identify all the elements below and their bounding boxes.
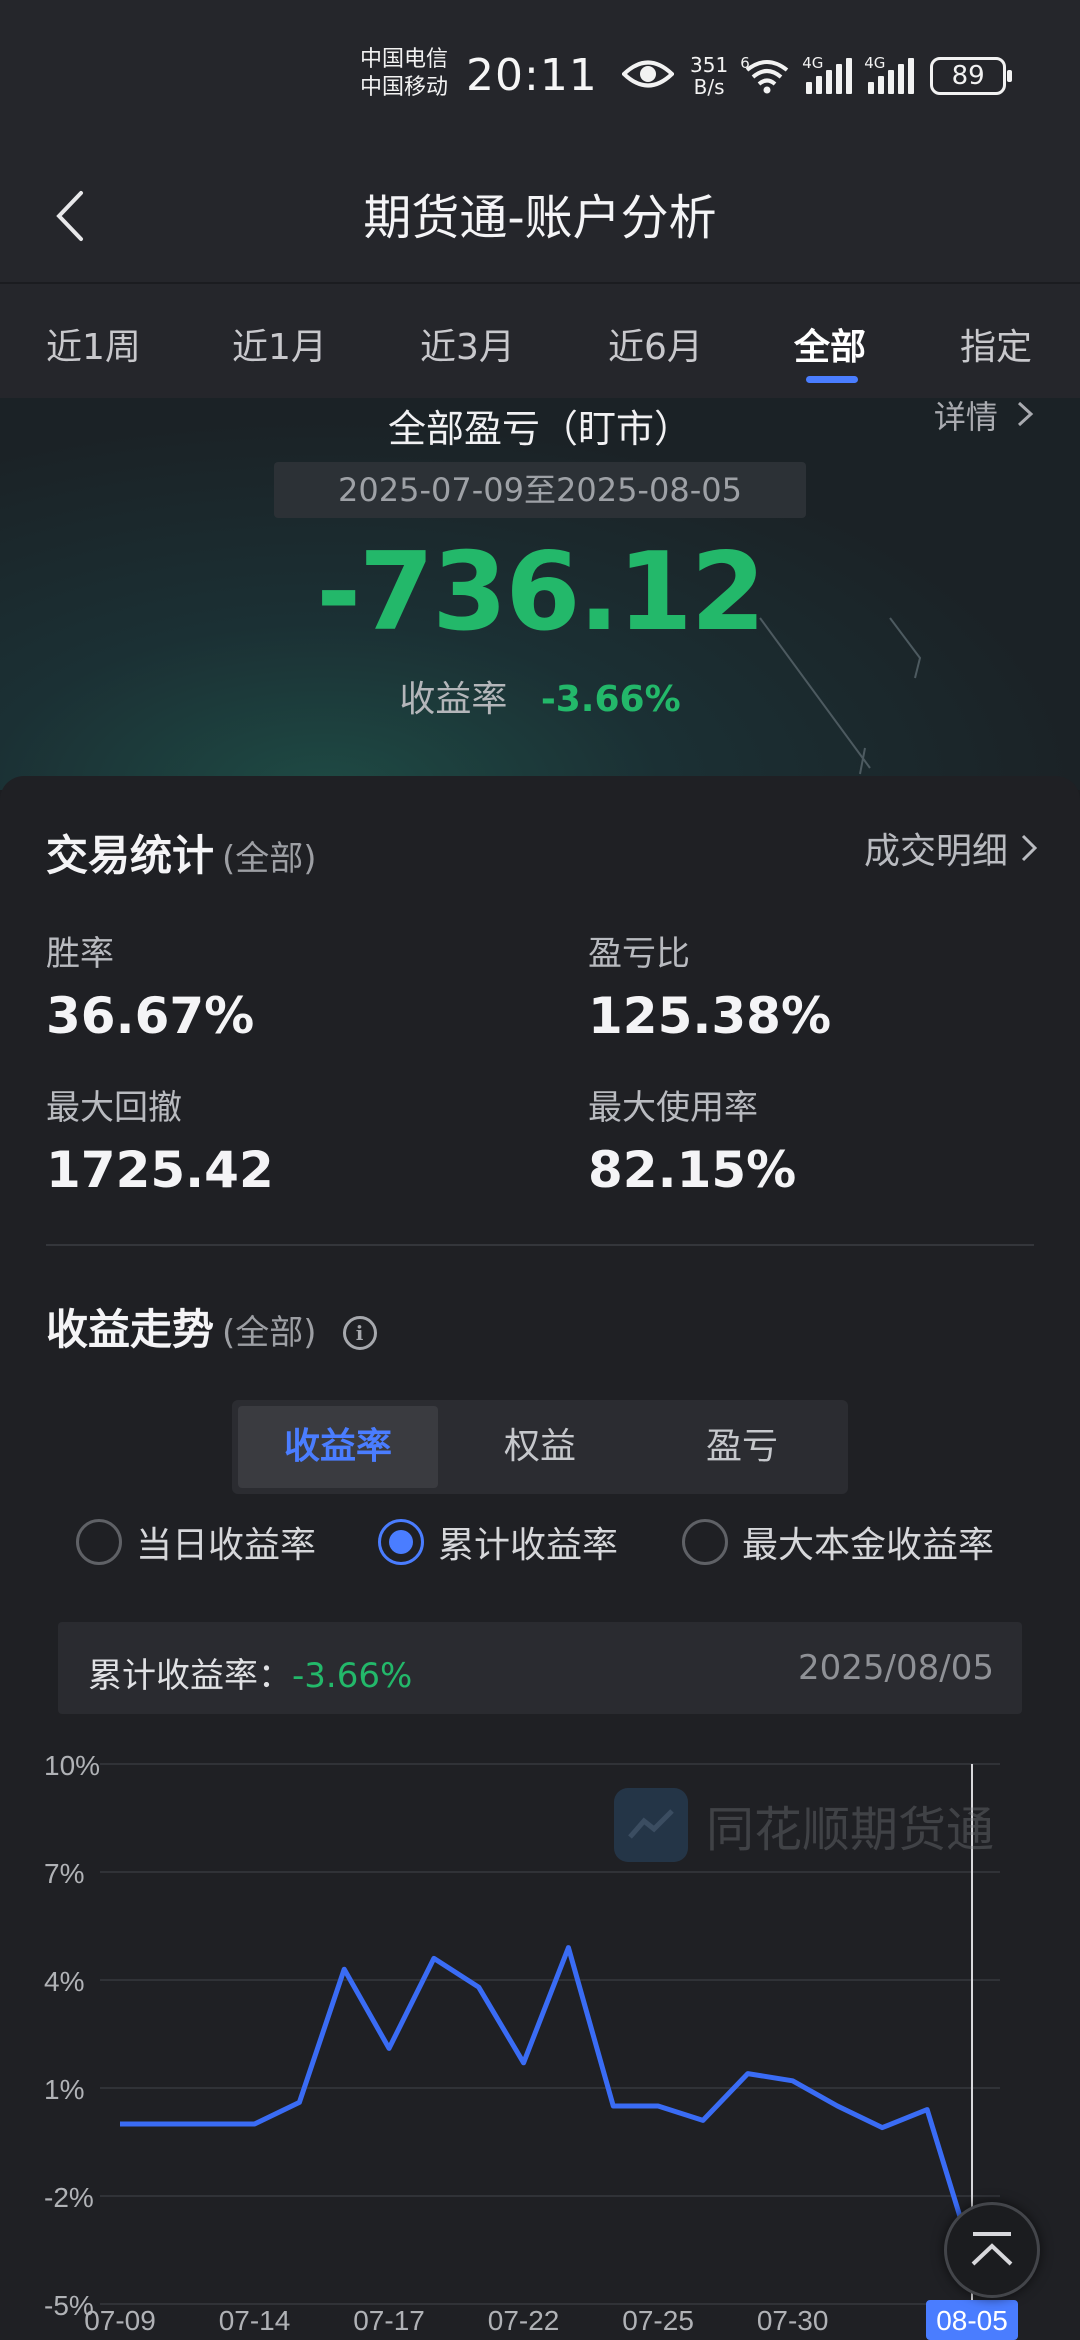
trade-details-link[interactable]: 成交明细 [864, 822, 1038, 874]
x-tick-label: 07-25 [622, 2305, 694, 2336]
trend-subtitle: (全部) [222, 1313, 317, 1353]
signal-icon-2: 4G [864, 54, 915, 94]
x-tick-label: 07-14 [219, 2305, 291, 2336]
win-rate-label: 胜率 [46, 934, 114, 974]
signal-2-tag: 4G [864, 54, 886, 72]
y-tick-label: 10% [44, 1750, 100, 1781]
date-range: 2025-07-09至2025-08-05 [274, 462, 806, 518]
max-drawdown-value: 1725.42 [46, 1141, 274, 1199]
readout-value: -3.66% [292, 1656, 413, 1696]
max-usage-value: 82.15% [588, 1141, 797, 1199]
summary-title: 全部盈亏（盯市） [387, 407, 692, 451]
battery-icon: 89 [930, 57, 1013, 95]
max-drawdown-stat: 最大回撤 1725.42 [46, 1080, 274, 1199]
analysis-card: 交易统计 (全部) 成交明细 胜率 36.67% 盈亏比 125.38% 最大回撤… [0, 776, 1080, 2340]
trade-details-label: 成交明细 [863, 831, 1008, 872]
tab-all[interactable]: 全部 [794, 318, 866, 370]
radio-circle [682, 1519, 728, 1565]
x-tick-label: 07-09 [84, 2305, 156, 2336]
radio-circle [76, 1519, 122, 1565]
trade-stats-subtitle: (全部) [222, 839, 317, 879]
max-usage-stat: 最大使用率 82.15% [588, 1080, 796, 1199]
carrier-2: 中国移动 [360, 75, 449, 100]
info-icon[interactable]: i [342, 1315, 377, 1350]
status-bar: 中国电信 中国移动 20:11 351 B/s 6 4G 4G 89 [0, 0, 1080, 150]
readout-label: 累计收益率：-3.66% [88, 1648, 412, 1697]
segment-equity[interactable]: 权益 [440, 1406, 640, 1488]
radio-daily-return-label: 当日收益率 [136, 1525, 317, 1566]
radio-daily-return[interactable]: 当日收益率 [76, 1516, 316, 1568]
net-speed: 351 B/s [690, 54, 728, 98]
section-divider [46, 1244, 1034, 1246]
win-rate-value: 36.67% [46, 987, 255, 1045]
wifi-icon: 6 [740, 54, 790, 94]
trade-stats-title: 交易统计 (全部) [46, 822, 317, 883]
win-rate-stat: 胜率 36.67% [46, 926, 254, 1045]
tab-custom[interactable]: 指定 [960, 318, 1032, 370]
app-header: 期货通-账户分析 [0, 150, 1080, 282]
period-tabs: 近1周 近1月 近3月 近6月 全部 指定 [0, 282, 1080, 398]
radio-circle-selected [378, 1519, 424, 1565]
radio-cumulative-return-label: 累计收益率 [438, 1525, 619, 1566]
x-tick-label: 07-17 [353, 2305, 425, 2336]
page-title: 期货通-账户分析 [363, 190, 717, 246]
max-usage-label: 最大使用率 [588, 1088, 758, 1128]
watermark-logo-icon [614, 1788, 688, 1862]
total-pnl: -736.12 [316, 530, 766, 655]
tab-active-indicator [806, 376, 858, 383]
tab-1-month[interactable]: 近1月 [232, 318, 327, 370]
detail-link[interactable]: 详情 [934, 398, 1034, 438]
y-tick-label: 1% [44, 2074, 84, 2105]
x-tick-label: 07-22 [488, 2305, 560, 2336]
pl-ratio-value: 125.38% [588, 987, 832, 1045]
series-line [120, 1945, 975, 2257]
net-speed-unit: B/s [693, 75, 725, 99]
tab-6-months[interactable]: 近6月 [608, 318, 703, 370]
status-icons: 351 B/s 6 4G 4G 89 [621, 54, 1013, 98]
x-tick-label: 07-30 [757, 2305, 829, 2336]
pnl-summary: 全部盈亏（盯市） 详情 2025-07-09至2025-08-05 -736.1… [0, 398, 1080, 790]
y-tick-label: 7% [44, 1858, 84, 1889]
carrier-1: 中国电信 [360, 47, 449, 72]
detail-link-label: 详情 [933, 398, 998, 436]
trend-title-text: 收益走势 [46, 1305, 215, 1354]
watermark: 同花顺期货通 [614, 1788, 994, 1862]
segment-pnl[interactable]: 盈亏 [642, 1406, 842, 1488]
readout-date: 2025/08/05 [798, 1648, 994, 1688]
arrow-up-icon [971, 2232, 1013, 2266]
watermark-text: 同花顺期货通 [706, 1802, 995, 1858]
back-to-top-button[interactable] [944, 2202, 1040, 2298]
pl-ratio-label: 盈亏比 [588, 934, 690, 974]
signal-1-tag: 4G [802, 54, 824, 72]
trade-stats-title-text: 交易统计 [46, 831, 215, 880]
return-rate-label: 收益率 [399, 679, 508, 720]
radio-cumulative-return[interactable]: 累计收益率 [378, 1516, 618, 1568]
y-tick-label: -2% [44, 2182, 94, 2213]
readout-label-text: 累计收益率： [88, 1656, 292, 1696]
tab-1-week[interactable]: 近1周 [46, 318, 141, 370]
chart-readout: 累计收益率：-3.66% 2025/08/05 [58, 1622, 1022, 1714]
signal-icon-1: 4G [802, 54, 853, 94]
return-rate-row: 收益率 -3.66% [0, 670, 1080, 722]
radio-max-principal-return[interactable]: 最大本金收益率 [682, 1516, 994, 1568]
chevron-right-icon [1021, 834, 1038, 862]
carrier-names: 中国电信 中国移动 [360, 46, 448, 102]
chevron-right-icon [1017, 401, 1034, 427]
metric-segmented-control: 收益率 权益 盈亏 [232, 1400, 848, 1494]
return-rate-value: -3.66% [540, 679, 681, 720]
segment-return-rate[interactable]: 收益率 [238, 1406, 438, 1488]
max-drawdown-label: 最大回撤 [46, 1088, 182, 1128]
eye-icon [621, 57, 675, 95]
y-tick-label: 4% [44, 1966, 84, 1997]
net-speed-value: 351 [690, 53, 729, 77]
clock: 20:11 [466, 50, 598, 101]
wifi-tag: 6 [740, 54, 750, 72]
tab-3-months[interactable]: 近3月 [420, 318, 515, 370]
radio-max-principal-return-label: 最大本金收益率 [742, 1525, 995, 1566]
trend-title: 收益走势 (全部) i [46, 1296, 377, 1357]
x-tick-label: 08-05 [936, 2305, 1008, 2336]
pl-ratio-stat: 盈亏比 125.38% [588, 926, 831, 1045]
